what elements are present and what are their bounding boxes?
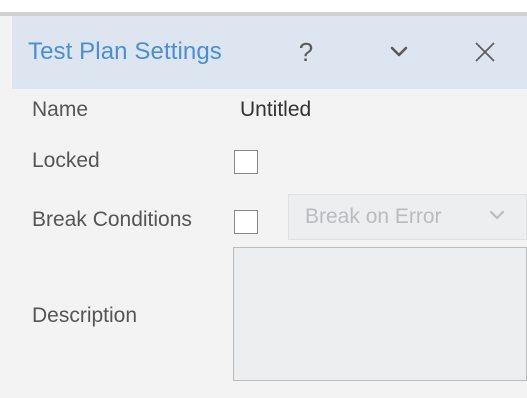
test-plan-settings-window: Test Plan Settings ? Name Untitled Locke… [0,0,527,398]
name-value[interactable]: Untitled [240,98,311,122]
collapse-button[interactable] [379,30,419,74]
break-conditions-select-value: Break on Error [305,205,442,228]
help-button[interactable]: ? [286,30,326,74]
break-conditions-label: Break Conditions [32,208,192,231]
chevron-down-icon [489,210,505,220]
panel-header: Test Plan Settings ? [12,16,527,89]
close-icon [475,42,495,62]
description-label: Description [32,304,138,327]
chevron-down-icon [390,46,408,57]
settings-form: Name Untitled Locked Break Conditions De… [12,89,527,398]
locked-checkbox[interactable] [234,150,258,174]
top-strip [0,0,527,12]
break-conditions-checkbox[interactable] [234,210,258,234]
break-conditions-select[interactable]: Break on Error [288,194,527,240]
description-textarea[interactable] [233,247,527,381]
panel-title: Test Plan Settings [28,38,222,65]
close-button[interactable] [463,30,507,74]
locked-label: Locked [32,149,100,172]
name-label: Name [32,98,89,121]
